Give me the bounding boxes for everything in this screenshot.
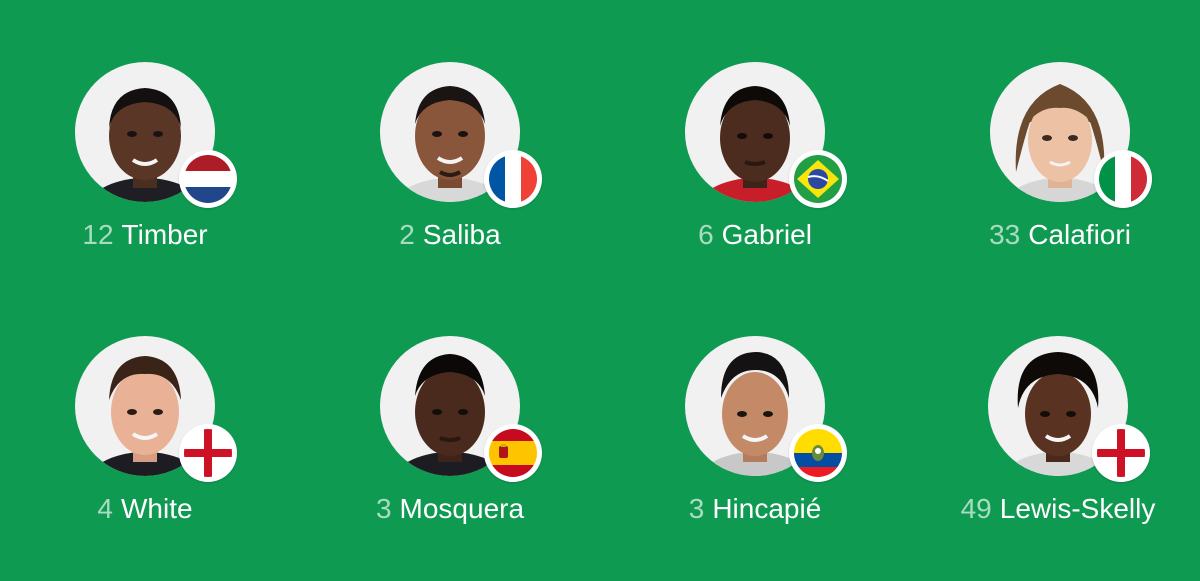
player-avatar-wrap (685, 62, 847, 208)
player-card-lewis-skelly[interactable]: 49 Lewis-Skelly (928, 336, 1188, 526)
player-avatar-wrap (380, 62, 542, 208)
italy-flag-icon (1094, 150, 1152, 208)
player-label: 33 Calafiori (930, 218, 1190, 252)
player-number: 2 (399, 219, 415, 250)
player-label: 3 Hincapié (625, 492, 885, 526)
player-name: Lewis-Skelly (999, 493, 1156, 524)
player-card-hincapie[interactable]: 3 Hincapié (625, 336, 885, 526)
netherlands-flag-icon (179, 150, 237, 208)
player-name: Timber (121, 219, 208, 250)
lineup-pitch: 12 Timber 2 Saliba 6 Gabriel 33 Calafior… (0, 0, 1200, 581)
player-avatar-wrap (75, 62, 237, 208)
ecuador-flag-icon (789, 424, 847, 482)
player-number: 3 (375, 493, 392, 524)
player-avatar-wrap (75, 336, 237, 482)
player-label: 3 Mosquera (320, 492, 580, 526)
player-avatar-wrap (685, 336, 847, 482)
player-number: 3 (688, 493, 705, 524)
player-number: 4 (97, 493, 113, 524)
player-name: Mosquera (399, 493, 525, 524)
spain-flag-icon (484, 424, 542, 482)
player-card-mosquera[interactable]: 3 Mosquera (320, 336, 580, 526)
player-name: Hincapié (712, 493, 822, 524)
player-card-white[interactable]: 4 White (15, 336, 275, 526)
england-flag-icon (1092, 424, 1150, 482)
player-card-calafiori[interactable]: 33 Calafiori (930, 62, 1190, 252)
player-avatar-wrap (990, 62, 1152, 208)
player-name: Gabriel (721, 219, 812, 250)
player-label: 6 Gabriel (625, 218, 885, 252)
player-name: Saliba (422, 219, 501, 250)
player-avatar-wrap (988, 336, 1150, 482)
brazil-flag-icon (789, 150, 847, 208)
player-label: 4 White (15, 492, 275, 526)
player-label: 2 Saliba (320, 218, 580, 252)
player-avatar-wrap (380, 336, 542, 482)
player-card-timber[interactable]: 12 Timber (15, 62, 275, 252)
player-label: 49 Lewis-Skelly (928, 492, 1188, 526)
player-card-gabriel[interactable]: 6 Gabriel (625, 62, 885, 252)
player-number: 6 (698, 219, 714, 250)
player-number: 12 (82, 219, 114, 250)
player-label: 12 Timber (15, 218, 275, 252)
player-number: 49 (960, 493, 992, 524)
player-name: White (121, 493, 193, 524)
player-number: 33 (989, 219, 1021, 250)
england-flag-icon (179, 424, 237, 482)
player-card-saliba[interactable]: 2 Saliba (320, 62, 580, 252)
player-name: Calafiori (1028, 219, 1131, 250)
france-flag-icon (484, 150, 542, 208)
